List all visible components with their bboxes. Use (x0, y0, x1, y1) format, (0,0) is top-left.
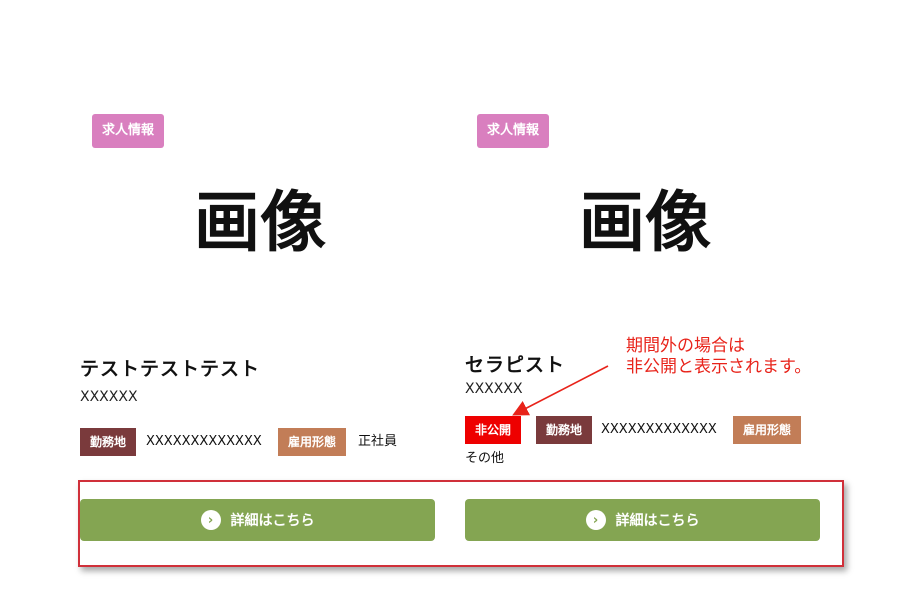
image-placeholder: 画像 (194, 184, 326, 261)
job-card: 求人情報 画像 セラピスト XXXXXX 非公開 勤務地 XXXXXXXXXXX… (465, 0, 825, 614)
details-button-label: 詳細はこちら (615, 513, 700, 529)
place-value: XXXXXXXXXXXXX (146, 434, 262, 449)
employment-type-tag: 雇用形態 (733, 416, 802, 444)
employment-type-tag: 雇用形態 (278, 428, 347, 456)
place-tag: 勤務地 (536, 416, 593, 444)
private-status-tag: 非公開 (465, 416, 522, 444)
job-subtitle: XXXXXX (80, 389, 138, 405)
job-subtitle: XXXXXX (465, 381, 523, 397)
chevron-right-circle-icon: › (585, 510, 606, 530)
place-tag: 勤務地 (80, 428, 137, 456)
chevron-right-circle-icon: › (200, 510, 221, 530)
place-value: XXXXXXXXXXXXX (601, 422, 717, 437)
details-button[interactable]: › 詳細はこちら (465, 499, 820, 541)
annotation-line-1: 期間外の場合は (626, 336, 745, 356)
annotation-note: 期間外の場合は 非公開と表示されます。 (626, 336, 811, 378)
category-badge: 求人情報 (92, 114, 165, 148)
category-badge: 求人情報 (477, 114, 550, 148)
details-button[interactable]: › 詳細はこちら (80, 499, 435, 541)
employment-type-value: その他 (465, 451, 505, 466)
employment-type-value: 正社員 (358, 434, 398, 449)
annotation-line-2: 非公開と表示されます。 (626, 357, 812, 377)
job-card: 求人情報 画像 テストテストテスト XXXXXX 勤務地 XXXXXXXXXXX… (80, 0, 440, 614)
image-placeholder: 画像 (579, 184, 711, 261)
job-title[interactable]: セラピスト (465, 350, 565, 377)
job-title[interactable]: テストテストテスト (80, 354, 260, 381)
details-button-label: 詳細はこちら (230, 513, 315, 529)
